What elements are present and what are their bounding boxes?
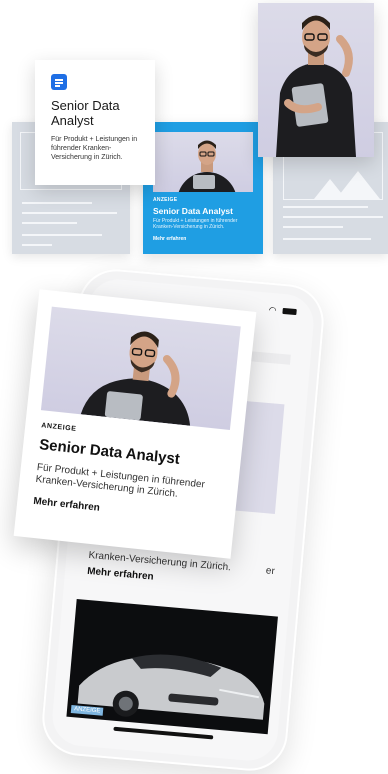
ad-cta-link[interactable]: Mehr erfahren: [33, 496, 100, 514]
document-icon: [51, 74, 67, 90]
screen-text-fragment-suffix: er: [265, 565, 276, 578]
ad-description: Für Produkt + Leistungen in führender Kr…: [153, 218, 238, 230]
person-photo: [80, 331, 191, 426]
doc-description: Für Produkt + Leistungen in führender Kr…: [51, 136, 138, 161]
ad-tag: ANZEIGE: [40, 422, 77, 433]
doc-title: Senior Data Analyst: [51, 98, 120, 128]
article-ad-card[interactable]: ANZEIGE Senior Data Analyst Für Produkt …: [13, 289, 257, 559]
home-indicator[interactable]: [113, 726, 214, 740]
ad-photo: [153, 132, 253, 192]
ad-title: Senior Data Analyst: [38, 436, 181, 468]
battery-icon: [282, 307, 297, 316]
ad-tag: ANZEIGE: [153, 197, 178, 203]
ad-photo: [40, 306, 241, 430]
ad-cta-link[interactable]: Mehr erfahren: [153, 236, 186, 242]
wifi-icon: ◠: [268, 304, 278, 316]
screen-cta-link[interactable]: Mehr erfahren: [87, 566, 154, 583]
doc-card: Senior Data Analyst Für Produkt + Leistu…: [35, 60, 155, 185]
blue-ad-card[interactable]: ANZEIGE Senior Data Analyst Für Produkt …: [143, 122, 263, 254]
person-photo: [276, 15, 356, 157]
ad-title: Senior Data Analyst: [153, 206, 233, 216]
car-ad-image[interactable]: ANZEIGE: [66, 599, 278, 735]
candidate-photo: [258, 3, 374, 157]
person-photo: [178, 140, 236, 192]
